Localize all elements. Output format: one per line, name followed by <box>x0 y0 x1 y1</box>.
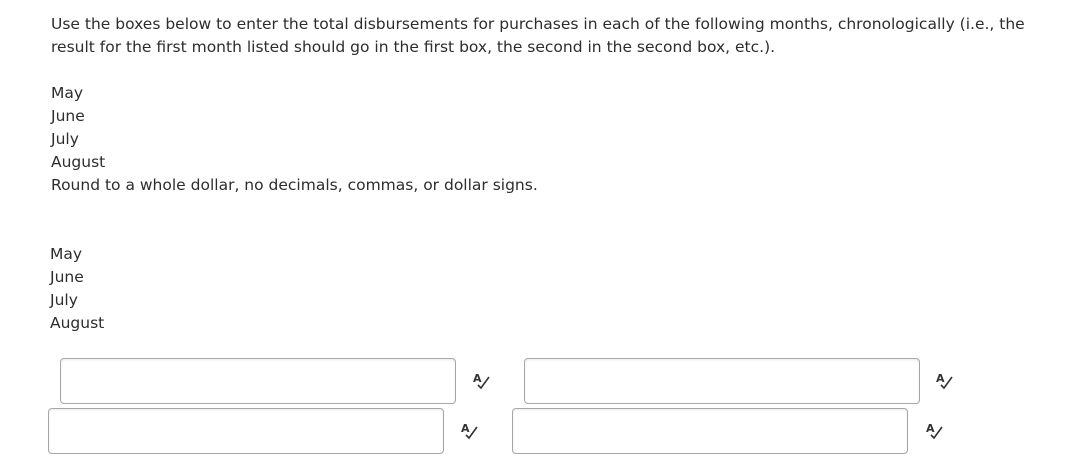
month-label: June <box>51 107 85 125</box>
svg-text:A: A <box>461 422 470 435</box>
spell-check-icon[interactable]: A <box>924 421 944 441</box>
month-label: July <box>51 130 79 148</box>
svg-text:A: A <box>473 372 482 385</box>
answer-box-4[interactable] <box>512 408 908 454</box>
month-label: June <box>50 268 84 286</box>
month-label: August <box>50 314 105 332</box>
rounding-note: Round to a whole dollar, no decimals, co… <box>51 176 538 194</box>
svg-text:A: A <box>936 372 945 385</box>
spell-check-icon[interactable]: A <box>471 371 491 391</box>
months-list: May June July August Round to a whole do… <box>51 82 538 197</box>
month-label: May <box>50 245 83 263</box>
answer-box-2[interactable] <box>524 358 920 404</box>
answer-box-3[interactable] <box>48 408 444 454</box>
month-label: August <box>51 153 106 171</box>
spell-check-icon[interactable]: A <box>459 421 479 441</box>
months-list-repeat: May June July August <box>50 243 104 335</box>
svg-text:A: A <box>926 422 935 435</box>
month-label: May <box>51 84 84 102</box>
instructions-text: Use the boxes below to enter the total d… <box>51 15 1025 56</box>
answer-box-1[interactable] <box>60 358 456 404</box>
month-label: July <box>50 291 78 309</box>
spell-check-icon[interactable]: A <box>934 371 954 391</box>
